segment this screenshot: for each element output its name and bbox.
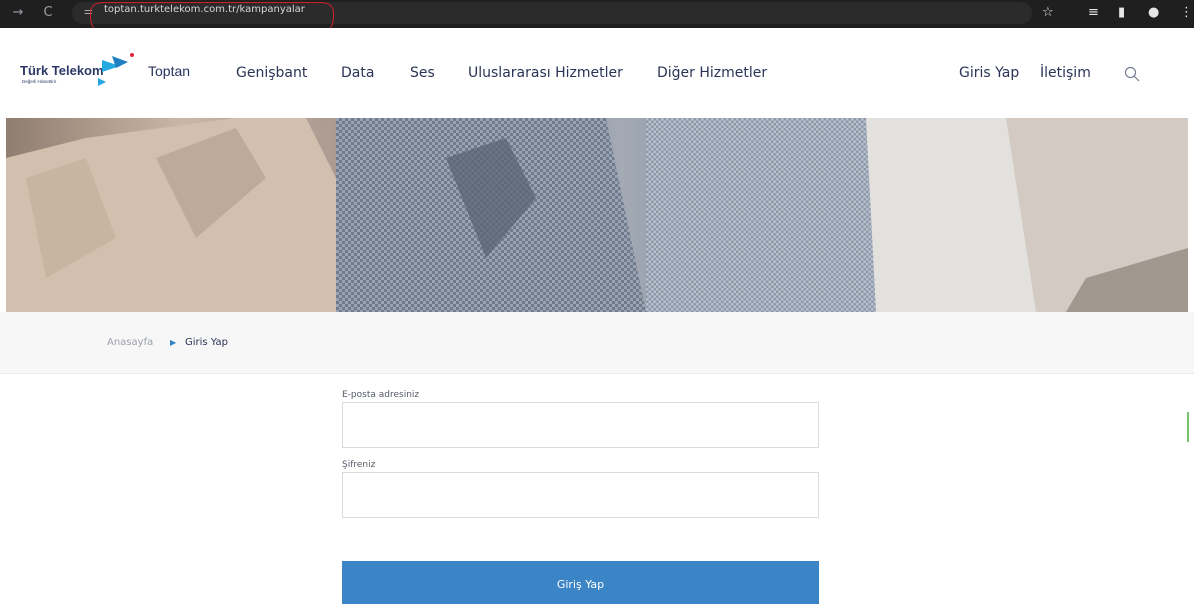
nav-item-ses[interactable]: Ses — [410, 65, 435, 81]
breadcrumb-current: Giris Yap — [185, 337, 229, 348]
breadcrumb-bar — [0, 312, 1194, 374]
breadcrumb-home-link[interactable]: Anasayfa — [107, 337, 153, 348]
hero-banner-image — [6, 118, 1188, 312]
nav-login-link[interactable]: Giris Yap — [959, 65, 1019, 81]
reload-icon[interactable]: C — [38, 3, 58, 23]
brand-section-label[interactable]: Toptan — [148, 63, 190, 79]
nav-item-data[interactable]: Data — [341, 65, 374, 81]
brand-logo-mark-icon[interactable] — [98, 52, 134, 92]
nav-item-international-services[interactable]: Uluslararası Hizmetler — [468, 65, 623, 81]
bookmark-star-icon[interactable]: ☆ — [1042, 4, 1054, 22]
reading-list-icon[interactable]: ≡ — [1088, 4, 1099, 22]
nav-item-genisbant[interactable]: Genişbant — [236, 65, 307, 81]
back-icon[interactable]: → — [8, 3, 28, 23]
chrome-menu-icon[interactable]: ⋮ — [1180, 4, 1193, 22]
email-field[interactable] — [342, 402, 819, 448]
profile-icon[interactable]: ● — [1148, 4, 1159, 22]
side-panel-icon[interactable]: ▮ — [1118, 4, 1125, 22]
nav-item-other-services[interactable]: Diğer Hizmetler — [657, 65, 767, 81]
nav-contact-link[interactable]: İletişim — [1040, 65, 1091, 81]
side-feedback-tab[interactable] — [1187, 412, 1189, 442]
breadcrumb-separator-icon: ▶ — [170, 338, 177, 347]
brand-tagline: Değerli Hissettirir — [22, 79, 57, 84]
login-submit-button[interactable]: Giriş Yap — [342, 561, 819, 604]
email-label: E-posta adresiniz — [342, 390, 420, 400]
brand-logo-text[interactable]: Türk Telekom — [20, 63, 104, 78]
search-icon[interactable] — [1124, 66, 1140, 82]
password-label: Şifreniz — [342, 460, 376, 470]
password-field[interactable] — [342, 472, 819, 518]
